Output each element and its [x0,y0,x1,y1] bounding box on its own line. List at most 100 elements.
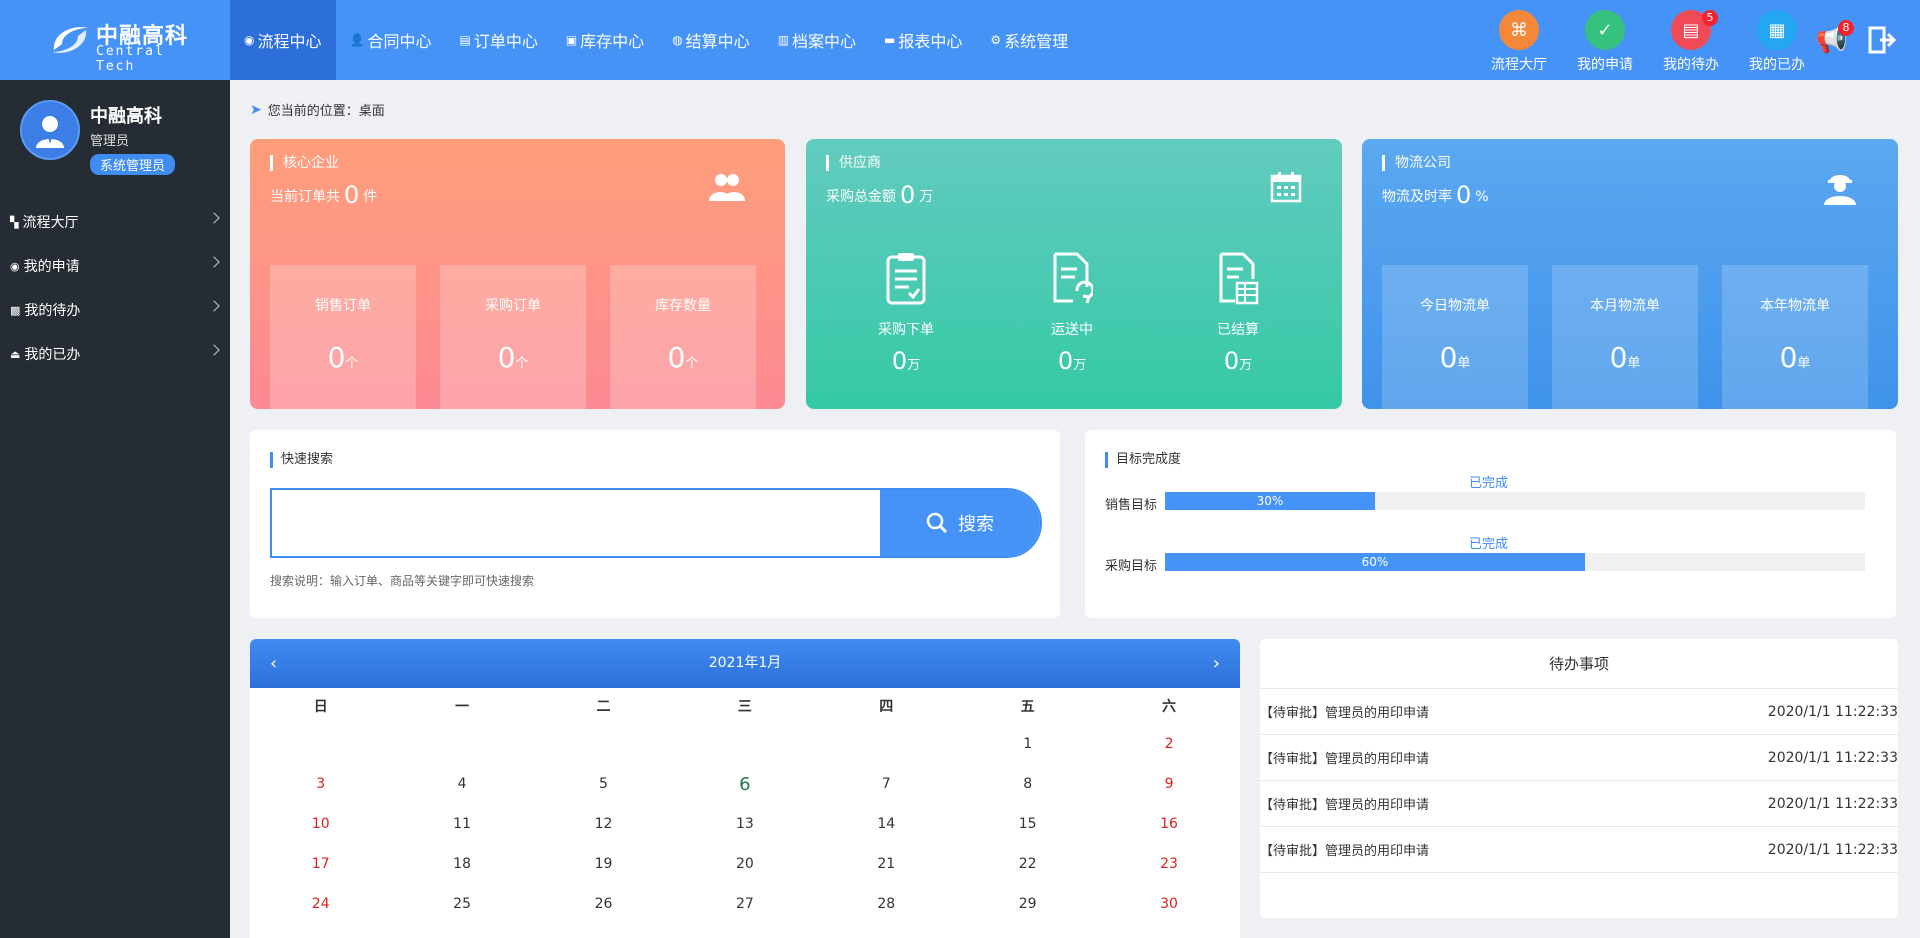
logout-button[interactable] [1866,24,1898,56]
sidebar-item-label: 我的申请 [23,259,80,275]
quick-label: 我的申请 [1577,57,1633,73]
quick-my-applications[interactable]: ✓ 我的申请 [1562,10,1648,74]
stat-label: 运送中 [1051,322,1093,338]
todo-text: 【待审批】管理员的用印申请 [1260,706,1430,721]
quick-label: 流程大厅 [1491,57,1547,73]
calendar-day[interactable]: 28 [816,896,957,912]
calendar-day[interactable]: 10 [250,816,391,832]
notification-count-badge: 8 [1838,20,1854,36]
nav-process-center[interactable]: ◉ 流程中心 [230,0,336,80]
stat-label: 本年物流单 [1760,298,1830,314]
calendar-day[interactable]: 20 [674,856,815,872]
calendar-day[interactable]: 14 [816,816,957,832]
chevron-right-icon [208,300,220,312]
quick-label: 我的待办 [1663,57,1719,73]
calendar-day[interactable]: 8 [957,776,1098,792]
calendar-day[interactable]: 7 [816,776,957,792]
calendar-day[interactable]: 24 [250,896,391,912]
calendar-day[interactable]: 15 [957,816,1098,832]
search-icon [926,512,948,534]
calendar-day[interactable]: 9 [1098,776,1239,792]
calendar-day[interactable]: 17 [250,856,391,872]
nav-report-center[interactable]: ▬ 报表中心 [870,0,976,80]
calendar-day[interactable]: 12 [533,816,674,832]
list-item[interactable]: 【待审批】管理员的用印申请 2020/1/1 11:22:33 [1260,735,1898,781]
breadcrumb-current[interactable]: 桌面 [359,100,385,119]
calendar-day[interactable]: 21 [816,856,957,872]
sidebar-item-label: 流程大厅 [22,215,79,231]
card-summary: 当前订单共 0 件 [270,181,377,209]
calendar-day[interactable]: 16 [1098,816,1239,832]
nav-label: 档案中心 [792,32,857,51]
stat-inventory-count[interactable]: 库存数量 0个 [610,265,756,409]
nav-contract-center[interactable]: 👤 合同中心 [336,0,446,80]
list-item[interactable]: 【待审批】管理员的用印申请 2020/1/1 11:22:33 [1260,689,1898,735]
user-role: 管理员 [90,134,130,149]
sidebar-item-flow-hall[interactable]: ▚ 流程大厅 [0,200,230,244]
calendar-day[interactable]: 11 [391,816,532,832]
brand-logo[interactable]: 中融高科 Central Tech [48,16,198,74]
stat-purchase-placed[interactable]: 采购下单 0万 [846,251,966,375]
nav-settlement-center[interactable]: ◍ 结算中心 [658,0,764,80]
list-item[interactable]: 【待审批】管理员的用印申请 2020/1/1 11:22:33 [1260,827,1898,873]
sidebar-item-my-applications[interactable]: ◉ 我的申请 [0,244,230,288]
avatar[interactable] [20,100,80,160]
stat-value: 0 [1779,341,1798,374]
main-nav: ◉ 流程中心 👤 合同中心 ▤ 订单中心 ▣ 库存中心 ◍ 结算中心 ▥ 档案中… [230,0,1082,80]
calendar-day[interactable]: 19 [533,856,674,872]
stat-settled[interactable]: 已结算 0万 [1178,251,1298,375]
summary-unit: 件 [363,189,378,205]
sidebar-item-my-pending[interactable]: ▩ 我的待办 [0,288,230,332]
stat-purchase-orders[interactable]: 采购订单 0个 [440,265,586,409]
calendar-day[interactable]: 2 [1098,736,1239,752]
progress-track: 60% [1165,553,1865,571]
weekday-row: 日一二三四五六 [250,688,1240,724]
notification-button[interactable]: 📢 8 [1816,20,1854,56]
quick-my-done[interactable]: ▦ 我的已办 [1734,10,1820,74]
calendar-day[interactable]: 13 [674,816,815,832]
calendar-day[interactable]: 3 [250,776,391,792]
nav-order-center[interactable]: ▤ 订单中心 [445,0,551,80]
calendar-day[interactable]: 27 [674,896,815,912]
done-doc-icon: ▦ [1757,10,1797,50]
nav-system-management[interactable]: ⚙ 系统管理 [976,0,1082,80]
stat-yearly-shipments[interactable]: 本年物流单 0单 [1722,265,1868,409]
stat-in-transit[interactable]: 运送中 0万 [1012,251,1132,375]
calendar-week: 12 [250,724,1240,764]
panel-title: 目标完成度 [1105,452,1181,468]
goal-row-sales: 已完成 销售目标 30% [1105,472,1865,513]
calendar-day[interactable]: 25 [391,896,532,912]
quick-flow-hall[interactable]: ⌘ 流程大厅 [1476,10,1562,74]
nav-label: 报表中心 [898,32,963,51]
calendar: ‹ 2021年1月 › 日一二三四五六 1 2 3 4 5 6 7 8 9 10 11 12 13 14 15… [250,639,1240,938]
nav-inventory-center[interactable]: ▣ 库存中心 [552,0,658,80]
nav-label: 库存中心 [580,32,645,51]
calendar-day[interactable]: 29 [957,896,1098,912]
calendar-day[interactable]: 6 [674,774,815,795]
stat-monthly-shipments[interactable]: 本月物流单 0单 [1552,265,1698,409]
list-item[interactable]: 【待审批】管理员的用印申请 2020/1/1 11:22:33 [1260,781,1898,827]
search-input[interactable] [272,490,880,556]
calendar-day[interactable]: 30 [1098,896,1239,912]
calendar-day[interactable]: 22 [957,856,1098,872]
sidebar-item-my-done[interactable]: ⏏ 我的已办 [0,332,230,376]
calendar-day[interactable]: 26 [533,896,674,912]
search-button-label: 搜索 [958,514,994,535]
calendar-day[interactable]: 1 [957,736,1098,752]
stat-sales-orders[interactable]: 销售订单 0个 [270,265,416,409]
quick-search-panel: 快速搜索 搜索 搜索说明：输入订单、商品等关键字即可快速搜索 [250,430,1060,618]
calendar-day[interactable]: 18 [391,856,532,872]
calendar-day[interactable]: 4 [391,776,532,792]
stat-daily-shipments[interactable]: 今日物流单 0单 [1382,265,1528,409]
chevron-right-icon[interactable]: › [1213,639,1220,688]
quick-my-pending[interactable]: ▤ 5 我的待办 [1648,10,1734,74]
nav-archive-center[interactable]: ▥ 档案中心 [764,0,870,80]
calendar-day[interactable]: 5 [533,776,674,792]
search-button[interactable]: 搜索 [880,490,1040,556]
card-title: 供应商 [826,155,881,171]
calendar-day[interactable]: 23 [1098,856,1239,872]
chevron-left-icon[interactable]: ‹ [270,639,277,688]
calendar-header: ‹ 2021年1月 › [250,639,1240,688]
user-icon: 👤 [349,33,365,47]
stat-unit: 万 [1239,358,1253,373]
